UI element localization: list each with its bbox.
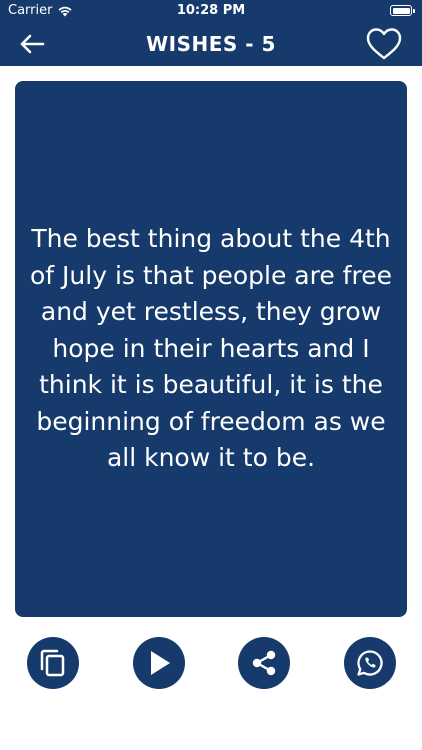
wish-detail-screen: Carrier 10:28 PM WISHES - 5 The best thi… [0, 0, 422, 750]
play-icon [151, 651, 170, 675]
battery-level [392, 7, 410, 14]
whatsapp-icon [357, 650, 383, 676]
status-time: 10:28 PM [176, 3, 246, 18]
copy-icon [40, 649, 65, 677]
wish-text: The best thing about the 4th of July is … [30, 224, 392, 473]
status-bar: Carrier 10:28 PM [0, 0, 422, 22]
page-title: WISHES - 5 [146, 32, 276, 56]
whatsapp-button[interactable] [344, 637, 396, 689]
heart-outline-icon [366, 28, 402, 60]
battery-icon [390, 5, 415, 16]
share-icon [252, 650, 276, 676]
action-bar [0, 637, 422, 691]
play-button[interactable] [133, 637, 185, 689]
navigation-bar: WISHES - 5 [0, 22, 422, 66]
share-button[interactable] [238, 637, 290, 689]
copy-button[interactable] [27, 637, 79, 689]
wish-card: The best thing about the 4th of July is … [15, 81, 407, 617]
favorite-button[interactable] [364, 26, 404, 62]
